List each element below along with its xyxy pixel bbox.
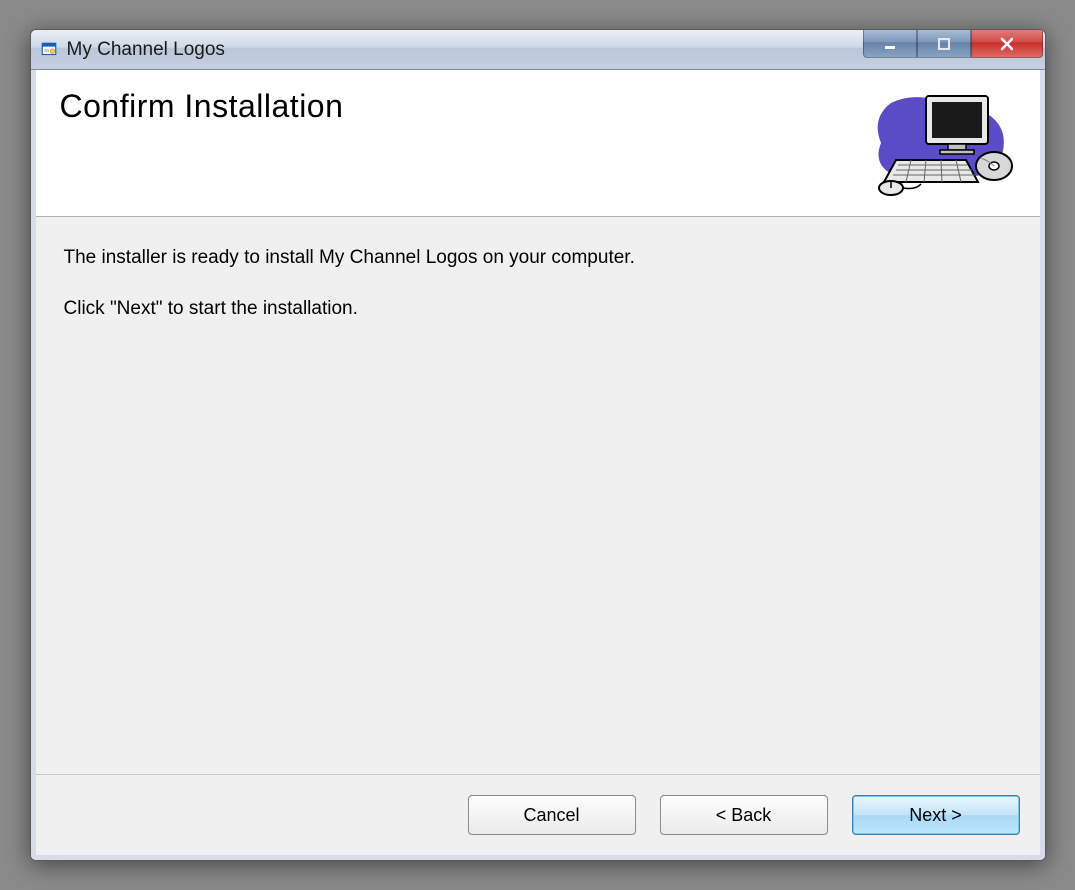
- close-button[interactable]: [971, 30, 1043, 58]
- client-area: Confirm Installation: [31, 70, 1045, 860]
- installer-window: My Channel Logos Confirm Installation: [30, 29, 1046, 861]
- wizard-header: Confirm Installation: [36, 70, 1040, 217]
- next-button[interactable]: Next >: [852, 795, 1020, 835]
- maximize-button[interactable]: [917, 30, 971, 58]
- wizard-buttons: Cancel < Back Next >: [36, 774, 1040, 855]
- window-title: My Channel Logos: [67, 39, 863, 61]
- wizard-body: The installer is ready to install My Cha…: [36, 217, 1040, 774]
- body-text-2: Click "Next" to start the installation.: [64, 296, 1012, 323]
- minimize-button[interactable]: [863, 30, 917, 58]
- page-title: Confirm Installation: [60, 88, 850, 125]
- body-text-1: The installer is ready to install My Cha…: [64, 245, 1012, 272]
- titlebar[interactable]: My Channel Logos: [31, 30, 1045, 70]
- computer-setup-icon: [866, 88, 1016, 198]
- app-icon: [39, 40, 59, 60]
- back-button[interactable]: < Back: [660, 795, 828, 835]
- close-icon: [999, 36, 1015, 52]
- maximize-icon: [937, 37, 951, 51]
- cancel-button[interactable]: Cancel: [468, 795, 636, 835]
- minimize-icon: [883, 37, 897, 51]
- window-controls: [863, 30, 1045, 69]
